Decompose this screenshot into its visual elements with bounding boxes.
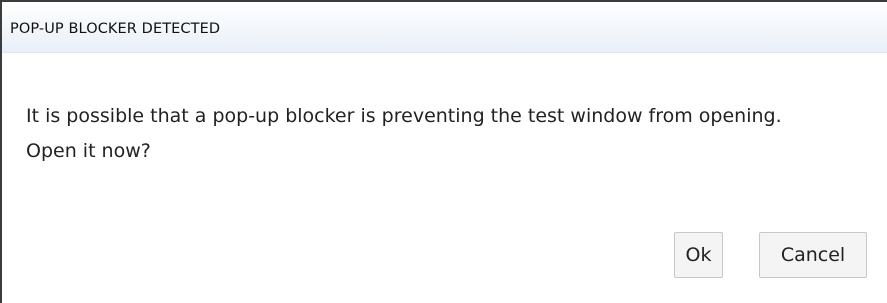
cancel-button[interactable]: Cancel [759,232,867,278]
popup-blocker-dialog: POP-UP BLOCKER DETECTED It is possible t… [0,0,887,303]
dialog-message: It is possible that a pop-up blocker is … [26,105,782,162]
dialog-title: POP-UP BLOCKER DETECTED [10,21,221,37]
ok-button[interactable]: Ok [674,232,723,278]
dialog-header: POP-UP BLOCKER DETECTED [2,2,887,53]
